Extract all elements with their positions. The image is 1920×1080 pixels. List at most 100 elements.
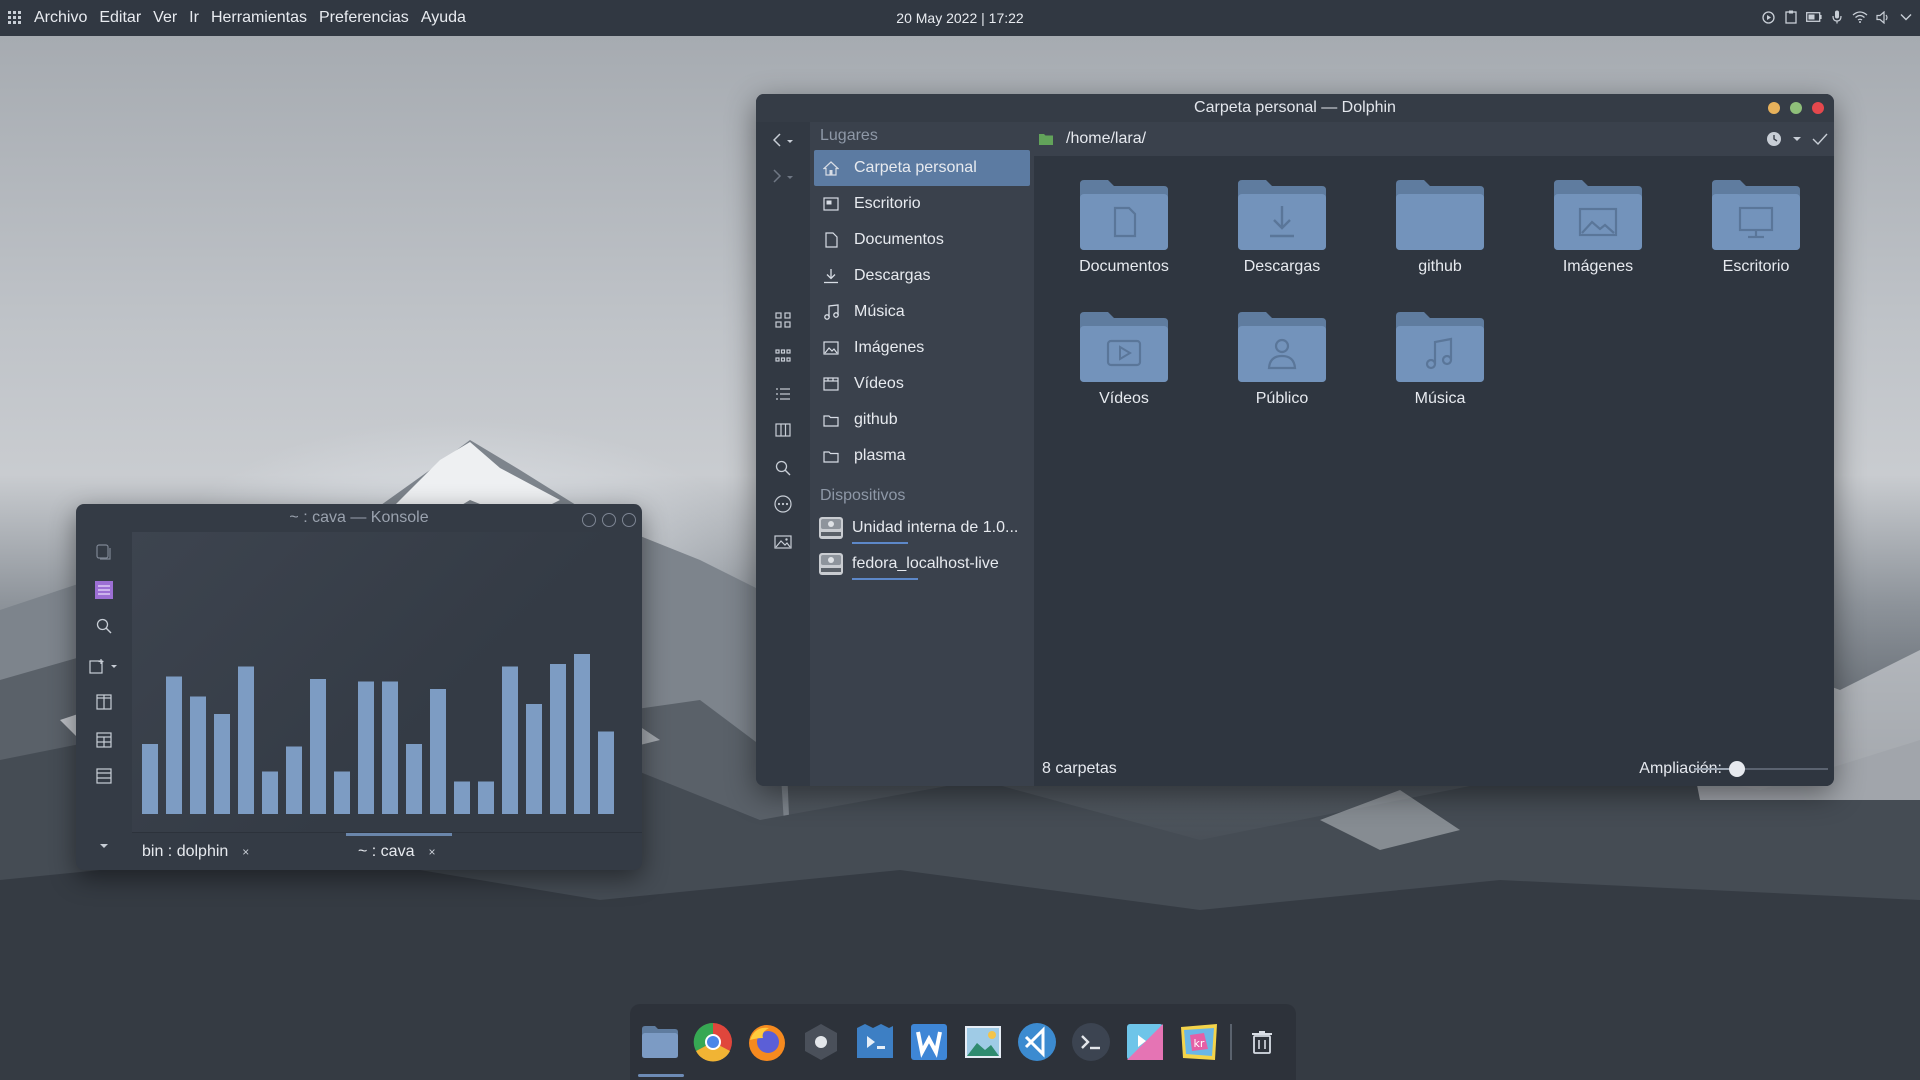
- cava-bar: [430, 689, 446, 814]
- device-internal-drive[interactable]: Unidad interna de 1.0...: [814, 510, 1030, 546]
- image-viewer-icon: [965, 1026, 1001, 1058]
- tab-close-button[interactable]: ×: [428, 845, 435, 859]
- folder-count: 8 carpetas: [1042, 760, 1117, 777]
- cava-bar: [526, 704, 542, 814]
- dock-writer[interactable]: [909, 1022, 949, 1062]
- preview-button[interactable]: [769, 528, 797, 556]
- dock-files[interactable]: [640, 1022, 680, 1062]
- tab-cava[interactable]: ~ : cava ×: [346, 833, 452, 870]
- terminal-area[interactable]: [132, 532, 642, 832]
- chevron-down-icon[interactable]: [1898, 9, 1914, 25]
- wifi-icon[interactable]: [1852, 9, 1868, 25]
- menu-ir[interactable]: Ir: [183, 9, 205, 27]
- details-view-button[interactable]: [769, 380, 797, 408]
- battery-icon[interactable]: [1806, 9, 1822, 25]
- place-escritorio[interactable]: Escritorio: [814, 186, 1030, 222]
- folder-github[interactable]: github: [1370, 176, 1510, 276]
- media-icon[interactable]: [1760, 9, 1776, 25]
- clipboard-icon[interactable]: [1783, 9, 1799, 25]
- microphone-icon[interactable]: [1829, 9, 1845, 25]
- folder-descargas[interactable]: Descargas: [1212, 176, 1352, 276]
- folder-documentos[interactable]: Documentos: [1054, 176, 1194, 276]
- close-button[interactable]: [622, 513, 636, 527]
- dock-image-viewer[interactable]: [963, 1022, 1003, 1062]
- menu-herramientas[interactable]: Herramientas: [205, 9, 313, 27]
- dock-terminal[interactable]: [1071, 1022, 1111, 1062]
- forward-button[interactable]: [769, 162, 797, 190]
- dock-kate[interactable]: [855, 1022, 895, 1062]
- layout-button[interactable]: [90, 762, 118, 790]
- cava-bar: [334, 771, 350, 814]
- maximize-button[interactable]: [1790, 102, 1802, 114]
- dolphin-toolbar: [756, 122, 810, 786]
- folder-escritorio[interactable]: Escritorio: [1686, 176, 1826, 276]
- menu-ayuda[interactable]: Ayuda: [415, 9, 472, 27]
- folder-imagenes[interactable]: Imágenes: [1528, 176, 1668, 276]
- place-imagenes[interactable]: Imágenes: [814, 330, 1030, 366]
- maximize-button[interactable]: [602, 513, 616, 527]
- place-documentos[interactable]: Documentos: [814, 222, 1030, 258]
- menu-ver[interactable]: Ver: [147, 9, 183, 27]
- new-tab-button[interactable]: [86, 652, 122, 680]
- folder-label: Imágenes: [1562, 258, 1634, 275]
- close-button[interactable]: [1812, 102, 1824, 114]
- place-descargas[interactable]: Descargas: [814, 258, 1030, 294]
- chevron-down-icon[interactable]: [1792, 136, 1802, 142]
- more-icon: [774, 495, 792, 513]
- kdevelop-icon: [1127, 1024, 1163, 1060]
- tab-label: bin : dolphin: [142, 843, 229, 860]
- icons-view-button[interactable]: [769, 306, 797, 334]
- menu-preferencias[interactable]: Preferencias: [313, 9, 415, 27]
- location-bar[interactable]: /home/lara/: [1034, 122, 1834, 156]
- chevron-down-icon: [100, 844, 108, 848]
- window-title[interactable]: Carpeta personal — Dolphin: [756, 94, 1834, 122]
- app-launcher-icon[interactable]: [4, 7, 26, 29]
- menu-archivo[interactable]: Archivo: [28, 9, 93, 27]
- menu-editar[interactable]: Editar: [93, 9, 147, 27]
- folder-publico[interactable]: Público: [1212, 308, 1352, 408]
- compact-view-button[interactable]: [769, 342, 797, 370]
- place-plasma[interactable]: plasma: [814, 438, 1030, 474]
- more-button[interactable]: [769, 490, 797, 518]
- device-fedora-live[interactable]: fedora_localhost-live: [814, 546, 1030, 582]
- dock-vscode[interactable]: [1017, 1022, 1057, 1062]
- zoom-slider-handle[interactable]: [1729, 761, 1746, 777]
- icons-view-icon: [775, 312, 791, 328]
- paste-button[interactable]: [90, 576, 118, 604]
- clock[interactable]: 20 May 2022 | 17:22: [896, 10, 1023, 26]
- tab-bin-dolphin[interactable]: bin : dolphin ×: [142, 833, 249, 870]
- split-vertical-button[interactable]: [90, 688, 118, 716]
- dock-chrome[interactable]: [693, 1022, 733, 1062]
- split-view-button[interactable]: [769, 416, 797, 444]
- window-title[interactable]: ~ : cava — Konsole: [76, 504, 642, 532]
- copy-button[interactable]: [90, 538, 118, 566]
- location-path[interactable]: /home/lara/: [1066, 130, 1146, 148]
- dock-firefox[interactable]: [747, 1022, 787, 1062]
- minimize-button[interactable]: [1768, 102, 1780, 114]
- tab-close-button[interactable]: ×: [242, 845, 249, 859]
- place-musica[interactable]: Música: [814, 294, 1030, 330]
- history-icon[interactable]: [1766, 131, 1782, 147]
- zoom-slider[interactable]: [1694, 761, 1828, 777]
- folder-videos[interactable]: Vídeos: [1054, 308, 1194, 408]
- dock-krita[interactable]: kr: [1179, 1022, 1219, 1062]
- cava-bar: [478, 781, 494, 814]
- dock-settings[interactable]: [801, 1022, 841, 1062]
- back-button[interactable]: [769, 126, 797, 154]
- volume-icon[interactable]: [1875, 9, 1891, 25]
- place-videos[interactable]: Vídeos: [814, 366, 1030, 402]
- minimize-button[interactable]: [582, 513, 596, 527]
- split-horizontal-button[interactable]: [90, 726, 118, 754]
- place-github[interactable]: github: [814, 402, 1030, 438]
- cava-bar: [214, 714, 230, 814]
- checkmark-icon[interactable]: [1812, 132, 1828, 146]
- find-button[interactable]: [90, 612, 118, 640]
- dock-kdevelop[interactable]: [1125, 1022, 1165, 1062]
- search-button[interactable]: [769, 454, 797, 482]
- video-icon: [822, 375, 840, 393]
- folder-label: github: [1418, 258, 1462, 275]
- folder-musica[interactable]: Música: [1370, 308, 1510, 408]
- place-carpeta-personal[interactable]: Carpeta personal: [814, 150, 1030, 186]
- dock-trash[interactable]: [1242, 1022, 1282, 1062]
- more-button[interactable]: [90, 832, 118, 860]
